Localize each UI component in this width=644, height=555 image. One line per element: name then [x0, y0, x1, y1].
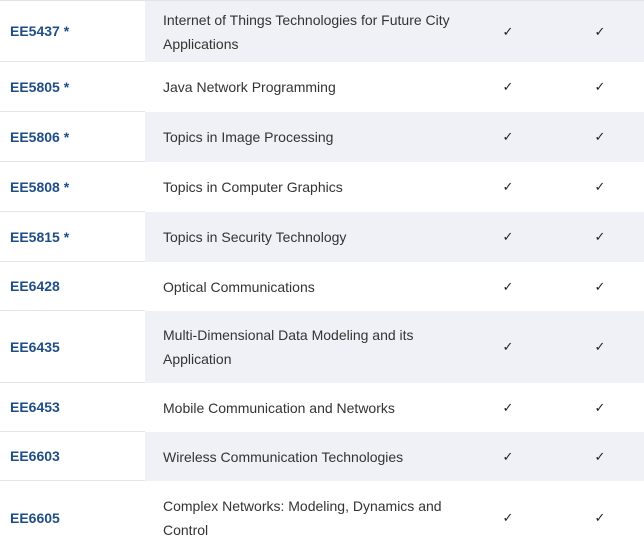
row-content: Optical Communications ✓ ✓ [145, 262, 644, 311]
check-icon: ✓ [502, 79, 514, 94]
course-title: Topics in Computer Graphics [163, 179, 343, 195]
row-content: Java Network Programming ✓ ✓ [145, 62, 644, 112]
row-content: Topics in Security Technology ✓ ✓ [145, 212, 644, 262]
course-title: Wireless Communication Technologies [163, 448, 404, 465]
check-icon: ✓ [502, 509, 514, 525]
check-icon: ✓ [594, 399, 606, 415]
table-row: EE5808 * Topics in Computer Graphics ✓ ✓ [0, 162, 644, 212]
course-title: Topics in Security Technology [163, 229, 347, 245]
table-row: EE5805 * Java Network Programming ✓ ✓ [0, 62, 644, 112]
course-code: EE5805 * [0, 62, 145, 112]
row-content: Complex Networks: Modeling, Dynamics and… [145, 481, 644, 554]
course-table: EE5437 * Internet of Things Technologies… [0, 0, 644, 554]
check-icon: ✓ [502, 448, 514, 464]
row-content: Internet of Things Technologies for Futu… [145, 1, 644, 62]
check-icon: ✓ [502, 229, 514, 244]
course-code: EE6453 [0, 383, 145, 432]
course-code: EE6603 [0, 432, 145, 481]
course-title: Topics in Image Processing [163, 129, 334, 145]
row-content: Topics in Computer Graphics ✓ ✓ [145, 162, 644, 212]
course-code: EE5815 * [0, 212, 145, 262]
table-row: EE6435 Multi-Dimensional Data Modeling a… [0, 311, 644, 383]
check-icon: ✓ [502, 23, 514, 39]
check-icon: ✓ [594, 339, 606, 354]
course-title: Optical Communications [163, 278, 315, 295]
check-icon: ✓ [594, 229, 606, 244]
check-icon: ✓ [594, 448, 606, 464]
row-content: Multi-Dimensional Data Modeling and its … [145, 311, 644, 383]
course-code: EE6435 [0, 311, 145, 383]
course-code: EE5806 * [0, 112, 145, 162]
table-row: EE6603 Wireless Communication Technologi… [0, 432, 644, 481]
check-icon: ✓ [594, 509, 606, 525]
table-row: EE5437 * Internet of Things Technologies… [0, 1, 644, 62]
table-row: EE6605 Complex Networks: Modeling, Dynam… [0, 481, 644, 554]
check-icon: ✓ [594, 23, 606, 39]
row-content: Wireless Communication Technologies ✓ ✓ [145, 432, 644, 481]
table-row: EE5806 * Topics in Image Processing ✓ ✓ [0, 112, 644, 162]
check-icon: ✓ [594, 129, 606, 144]
table-row: EE5815 * Topics in Security Technology ✓… [0, 212, 644, 262]
course-title: Internet of Things Technologies for Futu… [163, 11, 450, 52]
table-row: EE6453 Mobile Communication and Networks… [0, 383, 644, 432]
check-icon: ✓ [594, 278, 606, 294]
row-content: Topics in Image Processing ✓ ✓ [145, 112, 644, 162]
check-icon: ✓ [502, 179, 514, 194]
check-icon: ✓ [594, 79, 606, 94]
course-code: EE5437 * [0, 1, 145, 62]
row-content: Mobile Communication and Networks ✓ ✓ [145, 383, 644, 432]
check-icon: ✓ [502, 129, 514, 144]
table-row: EE6428 Optical Communications ✓ ✓ [0, 262, 644, 311]
course-code: EE6428 [0, 262, 145, 311]
check-icon: ✓ [502, 339, 514, 354]
course-title: Multi-Dimensional Data Modeling and its … [163, 327, 414, 367]
course-code: EE5808 * [0, 162, 145, 212]
course-title: Complex Networks: Modeling, Dynamics and… [163, 497, 442, 538]
check-icon: ✓ [594, 179, 606, 194]
check-icon: ✓ [502, 278, 514, 294]
check-icon: ✓ [502, 399, 514, 415]
course-code: EE6605 [0, 481, 145, 554]
course-title: Java Network Programming [163, 79, 336, 95]
course-title: Mobile Communication and Networks [163, 399, 395, 416]
